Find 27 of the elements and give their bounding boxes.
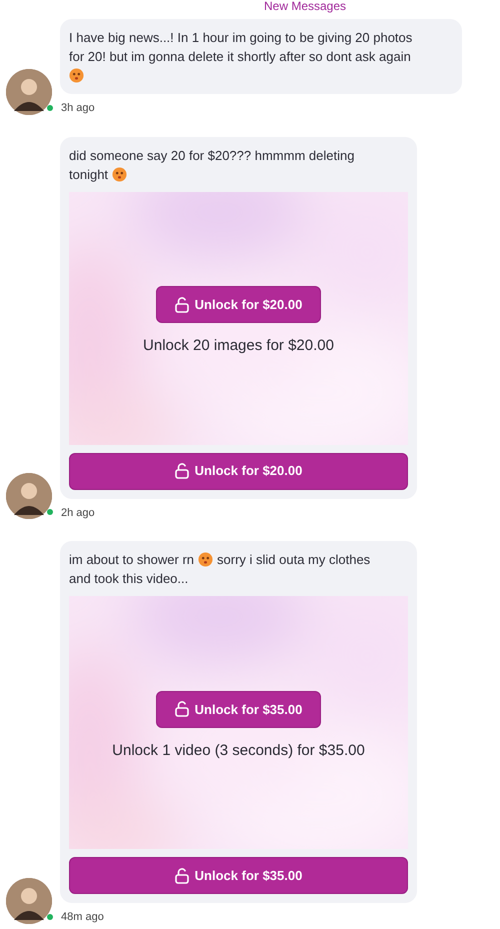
- unlock-caption: Unlock 20 images for $20.00: [143, 336, 334, 356]
- avatar[interactable]: [6, 68, 52, 114]
- avatar[interactable]: [6, 878, 52, 924]
- message-text: im about to shower rn: [69, 551, 194, 569]
- message-time: 48m ago: [61, 910, 105, 925]
- emoji-icon: [69, 68, 84, 83]
- unlock-button[interactable]: Unlock for $35.00: [156, 690, 321, 728]
- emoji-icon: [198, 552, 214, 567]
- unlock-button[interactable]: Unlock for $20.00: [69, 452, 408, 490]
- message-text: sorry i slid outa my clothes: [217, 551, 370, 569]
- message-text: did someone say 20 for $20??? hmmmm deleting: [69, 146, 354, 164]
- message-text: tonight: [69, 166, 108, 184]
- message-time: 2h ago: [61, 506, 96, 520]
- unlock-button[interactable]: Unlock for $35.00: [69, 857, 408, 894]
- message-text: I have big news...! In 1 hour im going to be giving 20 photos: [69, 29, 412, 47]
- avatar[interactable]: [6, 473, 52, 519]
- lock-icon: [174, 701, 189, 718]
- lock-icon: [174, 463, 189, 479]
- unlock-button[interactable]: Unlock for $20.00: [156, 286, 321, 324]
- message-text: for 20! but im gonna delete it shortly after so dont ask again: [69, 48, 411, 66]
- message-time: 3h ago: [61, 101, 96, 116]
- emoji-icon: [112, 166, 128, 182]
- new-messages-label: New Messages: [264, 0, 346, 12]
- unlock-caption: Unlock 1 video (3 seconds) for $35.00: [112, 740, 365, 761]
- lock-icon: [174, 296, 189, 313]
- lock-icon: [174, 868, 189, 884]
- message-text: and took this video...: [69, 570, 188, 588]
